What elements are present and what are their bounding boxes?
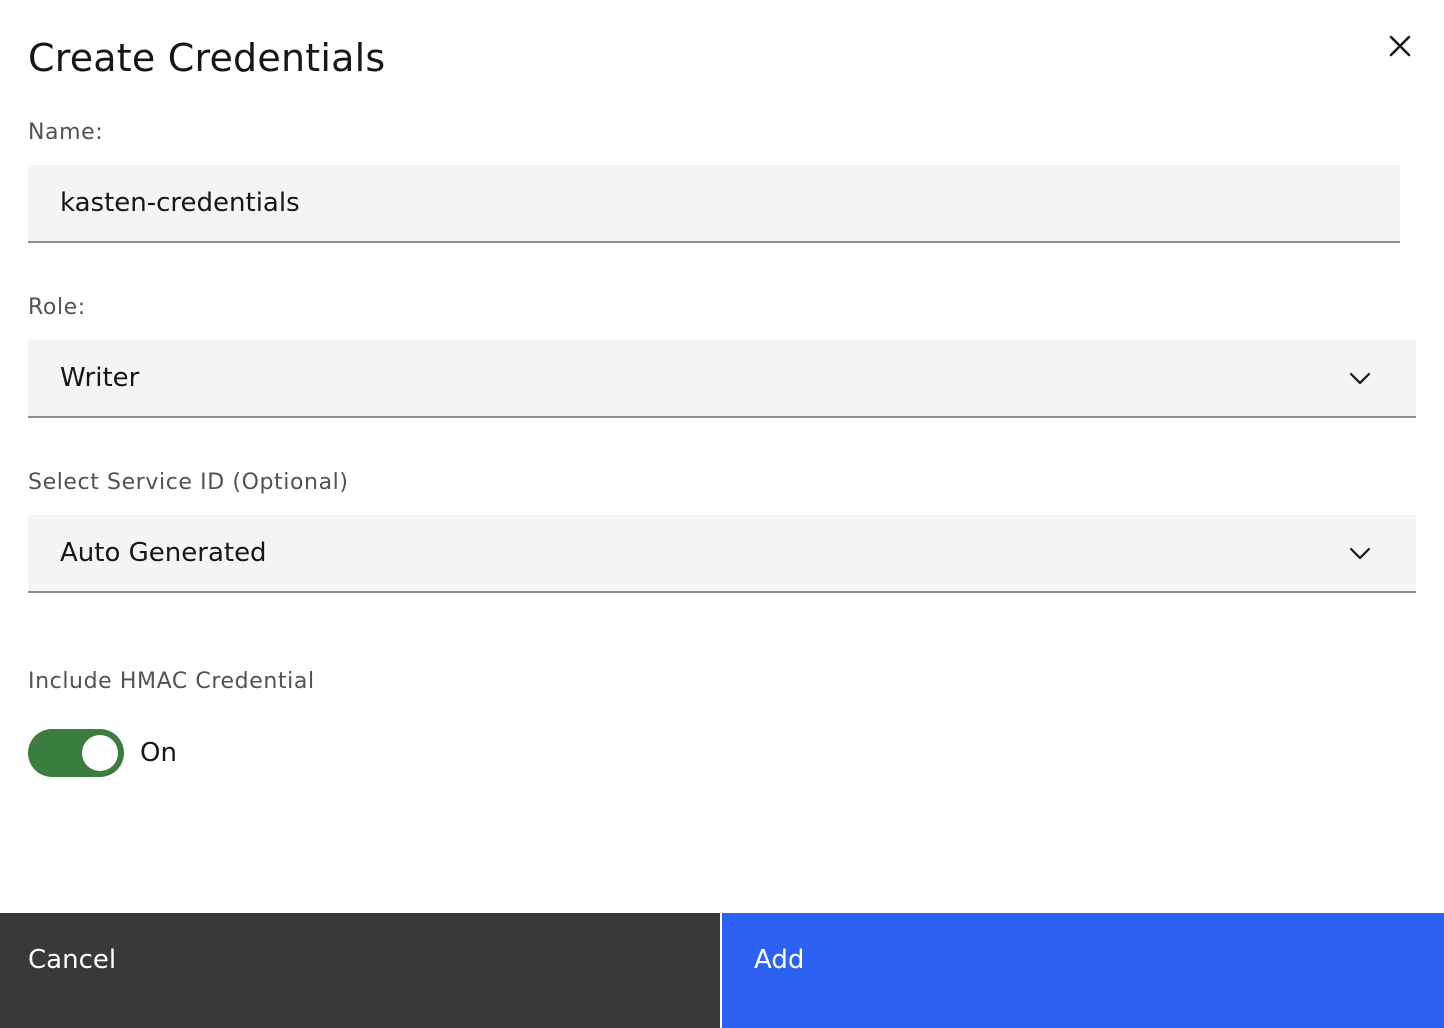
- close-icon: [1389, 35, 1411, 57]
- chevron-down-icon: [1349, 372, 1371, 385]
- hmac-toggle-state: On: [140, 738, 177, 768]
- role-select[interactable]: Writer: [28, 340, 1416, 418]
- role-label: Role:: [28, 295, 86, 320]
- create-credentials-modal: Create Credentials Name: Role: Writer Se…: [0, 0, 1444, 1028]
- service-id-selected-value: Auto Generated: [60, 538, 267, 568]
- hmac-label: Include HMAC Credential: [28, 669, 315, 694]
- close-button[interactable]: [1380, 26, 1420, 66]
- cancel-button[interactable]: Cancel: [0, 913, 720, 1028]
- modal-footer: Cancel Add: [0, 913, 1444, 1028]
- name-input[interactable]: [28, 165, 1400, 241]
- toggle-knob: [82, 735, 118, 771]
- modal-title: Create Credentials: [28, 36, 386, 80]
- name-label: Name:: [28, 120, 104, 145]
- hmac-toggle[interactable]: [28, 729, 124, 777]
- role-selected-value: Writer: [60, 363, 140, 393]
- add-button[interactable]: Add: [722, 913, 1444, 1028]
- name-field[interactable]: [28, 165, 1400, 243]
- service-id-label: Select Service ID (Optional): [28, 470, 349, 495]
- service-id-select[interactable]: Auto Generated: [28, 515, 1416, 593]
- chevron-down-icon: [1349, 547, 1371, 560]
